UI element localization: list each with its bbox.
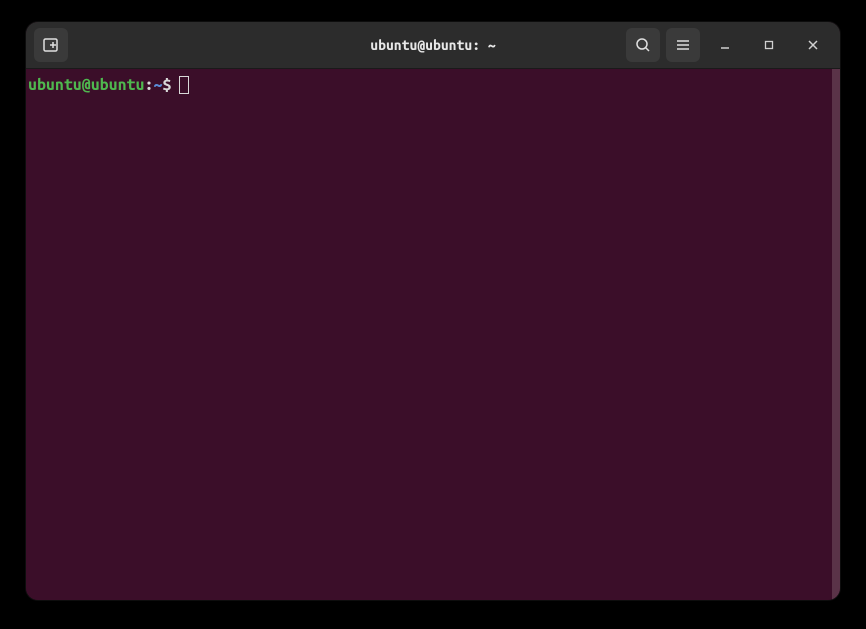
titlebar: ubuntu@ubuntu: ~ — [26, 22, 840, 69]
search-button[interactable] — [626, 28, 660, 62]
terminal-body[interactable]: ubuntu@ubuntu:~$ — [26, 69, 840, 600]
new-tab-button[interactable] — [34, 28, 68, 62]
titlebar-right — [626, 28, 832, 62]
search-icon — [635, 37, 651, 53]
prompt-user-host: ubuntu@ubuntu — [28, 75, 144, 96]
scrollbar[interactable] — [832, 69, 840, 600]
maximize-button[interactable] — [750, 28, 788, 62]
close-icon — [807, 39, 819, 51]
new-tab-icon — [42, 36, 60, 54]
minimize-button[interactable] — [706, 28, 744, 62]
titlebar-left — [34, 28, 68, 62]
terminal-window: ubuntu@ubuntu: ~ — [26, 22, 840, 600]
prompt-line: ubuntu@ubuntu:~$ — [28, 75, 838, 96]
hamburger-icon — [675, 37, 691, 53]
prompt-symbol: $ — [162, 75, 171, 96]
menu-button[interactable] — [666, 28, 700, 62]
prompt-separator: : — [144, 75, 153, 96]
maximize-icon — [763, 39, 775, 51]
minimize-icon — [719, 39, 731, 51]
close-button[interactable] — [794, 28, 832, 62]
text-cursor — [179, 76, 189, 94]
prompt-path: ~ — [153, 75, 162, 96]
window-title: ubuntu@ubuntu: ~ — [370, 37, 495, 53]
